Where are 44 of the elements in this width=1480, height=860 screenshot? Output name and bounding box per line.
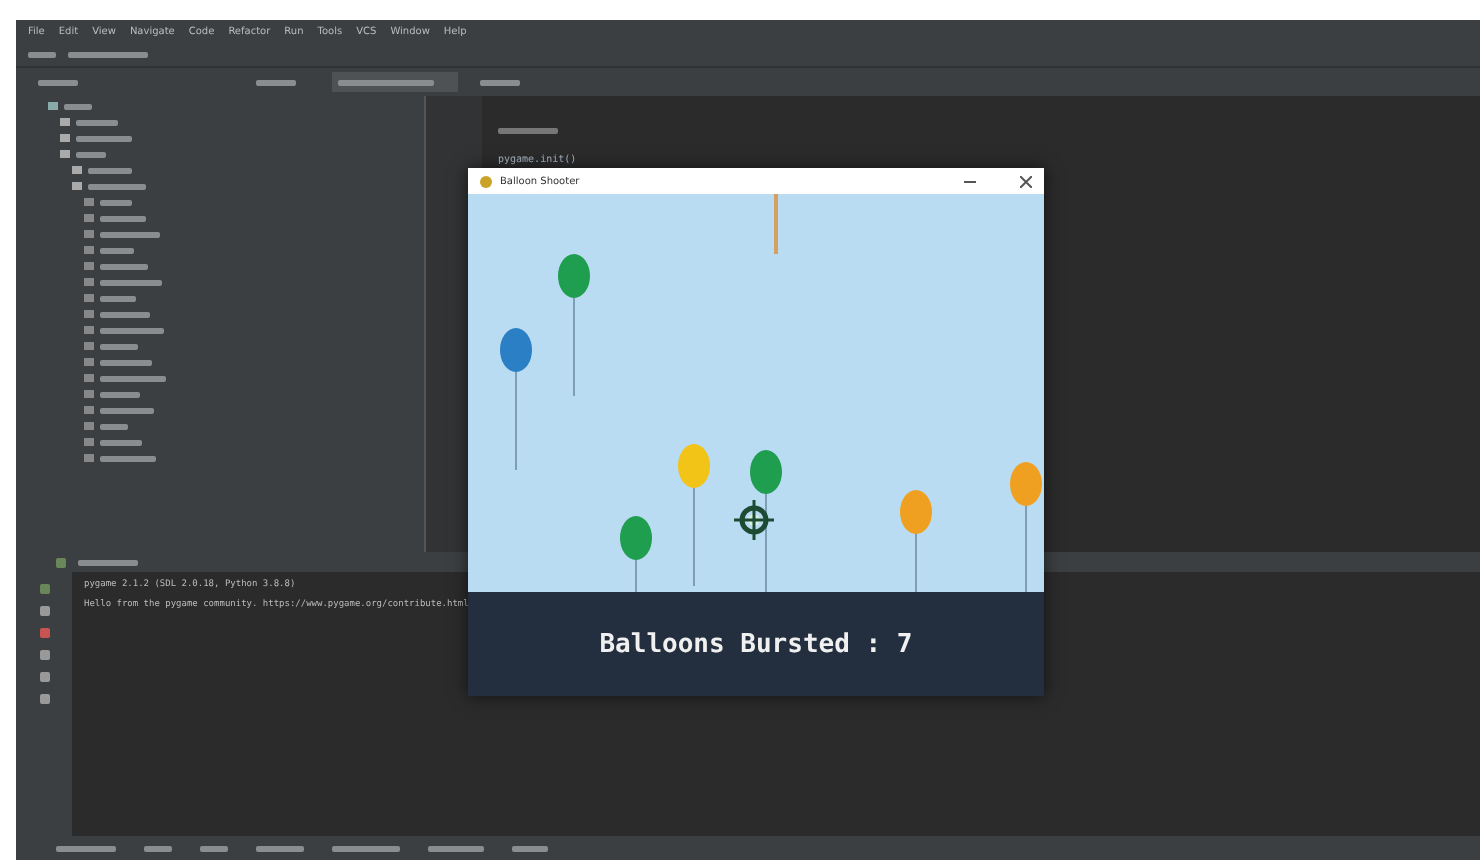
blurred-text (100, 231, 160, 237)
blurred-text (100, 327, 164, 333)
blurred-text (88, 167, 132, 173)
balloon (620, 516, 652, 592)
toolbar-icon[interactable] (39, 672, 49, 682)
blurred-text (100, 263, 148, 269)
blurred-text (100, 295, 136, 301)
blurred-text (68, 51, 148, 57)
balloon (1010, 462, 1042, 592)
minimize-icon[interactable] (964, 175, 976, 187)
toolbar-icon[interactable] (39, 584, 49, 594)
score-text: Balloons Bursted : 7 (599, 629, 913, 659)
blurred-text (100, 199, 132, 205)
toolbar-icon[interactable] (39, 606, 49, 616)
blurred-text (100, 311, 150, 317)
blurred-text (76, 119, 118, 125)
blurred-text (100, 375, 166, 381)
blurred-text (100, 391, 140, 397)
blurred-text (76, 135, 132, 141)
blurred-text (76, 151, 106, 157)
balloon (900, 490, 932, 592)
blurred-text (100, 279, 162, 285)
balloon (558, 254, 590, 397)
blurred-text (100, 439, 142, 445)
close-icon[interactable] (1020, 175, 1032, 187)
blurred-text (100, 407, 154, 413)
editor-tab[interactable] (332, 72, 458, 92)
app-icon (480, 175, 492, 187)
balloon (500, 328, 532, 471)
blurred-text (100, 455, 156, 461)
blurred-text (100, 359, 152, 365)
blurred-text (100, 215, 146, 221)
blurred-text (28, 51, 56, 57)
blurred-text (64, 103, 92, 109)
blurred-text (100, 343, 138, 349)
blurred-text (100, 423, 128, 429)
toolbar-icon[interactable] (39, 628, 49, 638)
balloon (750, 450, 782, 592)
blurred-text (88, 183, 146, 189)
balloon (678, 444, 710, 587)
toolbar-icon[interactable] (39, 694, 49, 704)
toolbar-icon[interactable] (39, 650, 49, 660)
crosshair-icon (732, 498, 776, 542)
blurred-text (100, 247, 134, 253)
